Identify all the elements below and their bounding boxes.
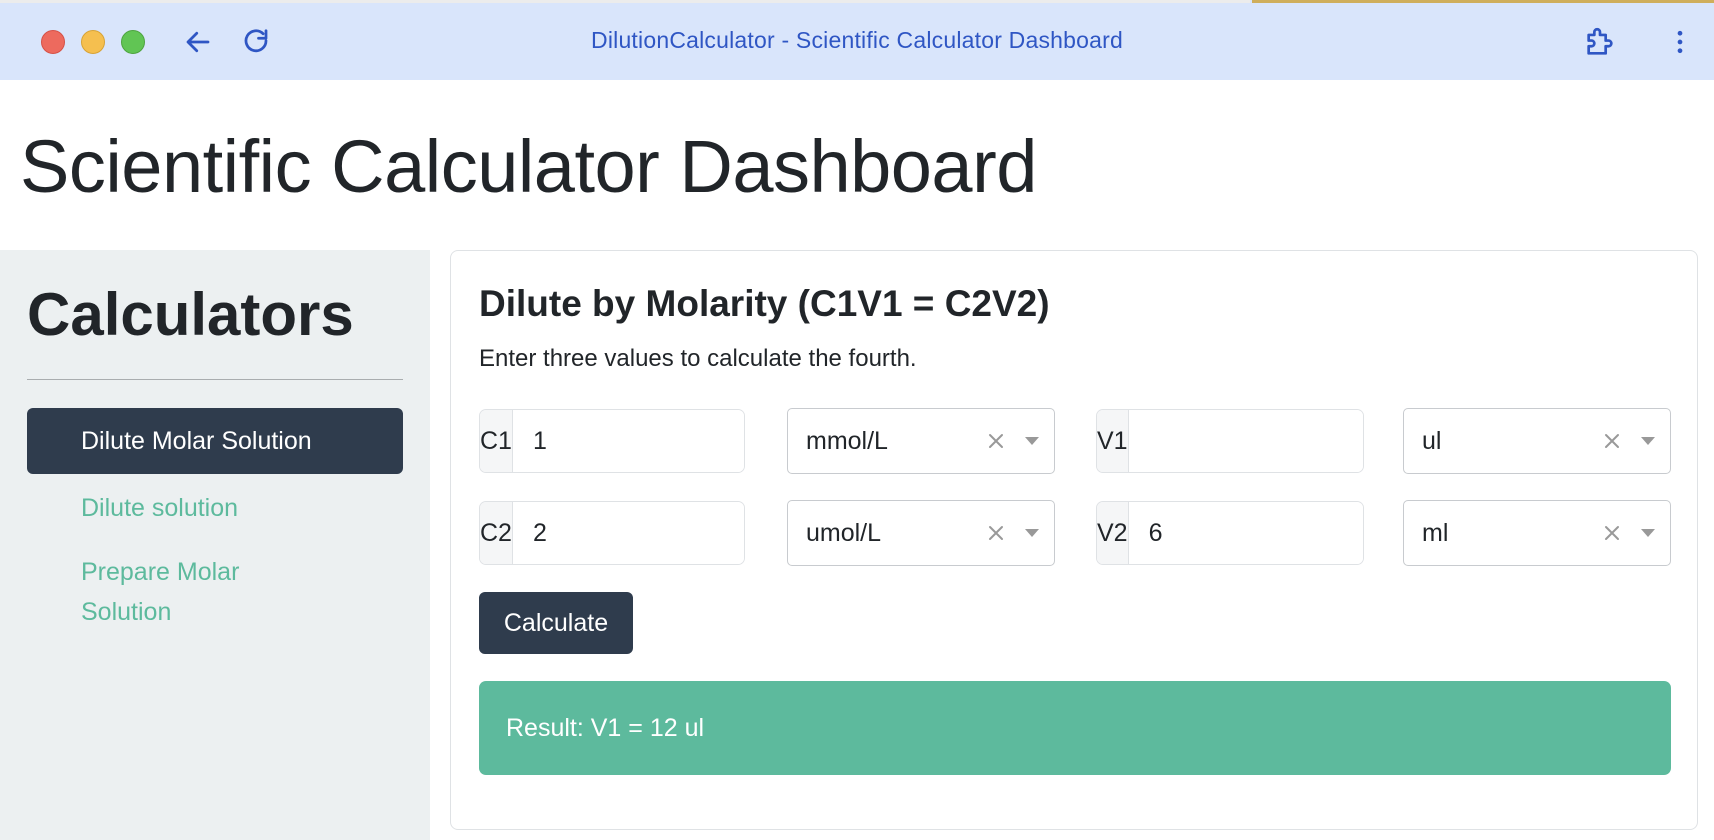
sidebar-heading: Calculators	[27, 281, 354, 348]
sidebar-item-dilute-solution[interactable]: Dilute solution	[27, 488, 403, 528]
sidebar-item-dilute-molar-solution[interactable]: Dilute Molar Solution	[27, 408, 403, 474]
chevron-down-icon[interactable]	[1014, 423, 1050, 459]
tab-strip	[0, 0, 1250, 3]
v1-input[interactable]	[1128, 410, 1363, 472]
c1-label: C1	[480, 410, 513, 472]
v1-input-group: V1	[1096, 409, 1364, 473]
chevron-down-icon[interactable]	[1014, 515, 1050, 551]
c2-input[interactable]	[512, 502, 744, 564]
clear-icon[interactable]	[1594, 423, 1630, 459]
sidebar: Calculators Dilute Molar Solution Dilute…	[0, 250, 430, 840]
v2-unit-value: ml	[1422, 518, 1449, 547]
calculator-subtitle: Enter three values to calculate the four…	[479, 345, 917, 372]
c2-unit-value: umol/L	[806, 518, 882, 547]
sidebar-item-prepare-molar-solution[interactable]: Prepare Molar Solution	[27, 552, 327, 632]
v2-input[interactable]	[1128, 502, 1363, 564]
browser-toolbar: DilutionCalculator - Scientific Calculat…	[0, 0, 1714, 80]
c2-input-group: C2	[479, 501, 745, 565]
v2-unit-select[interactable]: ml	[1403, 500, 1671, 566]
puzzle-icon	[1587, 27, 1613, 55]
c2-unit-select[interactable]: umol/L	[787, 500, 1055, 566]
browser-menu-button[interactable]	[1662, 24, 1698, 60]
calculator-card: Dilute by Molarity (C1V1 = C2V2) Enter t…	[450, 250, 1698, 830]
chevron-down-icon[interactable]	[1630, 423, 1666, 459]
tab-strip-accent	[1252, 0, 1714, 3]
window-title: DilutionCalculator - Scientific Calculat…	[591, 27, 1123, 53]
calculate-button[interactable]: Calculate	[479, 592, 633, 654]
v2-input-group: V2	[1096, 501, 1364, 565]
c1-input[interactable]	[512, 410, 744, 472]
c1-unit-select[interactable]: mmol/L	[787, 408, 1055, 474]
clear-icon[interactable]	[978, 423, 1014, 459]
page-title: Scientific Calculator Dashboard	[20, 125, 1037, 208]
clear-icon[interactable]	[978, 515, 1014, 551]
more-vertical-icon	[1677, 30, 1683, 54]
c1-input-group: C1	[479, 409, 745, 473]
v1-unit-value: ul	[1422, 426, 1442, 455]
sidebar-divider	[27, 379, 403, 380]
c1-unit-value: mmol/L	[806, 426, 888, 455]
calculator-title: Dilute by Molarity (C1V1 = C2V2)	[479, 283, 1050, 324]
result-alert: Result: V1 = 12 ul	[479, 681, 1671, 775]
extensions-button[interactable]	[1582, 24, 1618, 60]
v2-label: V2	[1097, 502, 1129, 564]
clear-icon[interactable]	[1594, 515, 1630, 551]
c2-label: C2	[480, 502, 513, 564]
v1-label: V1	[1097, 410, 1129, 472]
chevron-down-icon[interactable]	[1630, 515, 1666, 551]
sidebar-nav: Dilute Molar Solution Dilute solution Pr…	[27, 408, 403, 632]
v1-unit-select[interactable]: ul	[1403, 408, 1671, 474]
